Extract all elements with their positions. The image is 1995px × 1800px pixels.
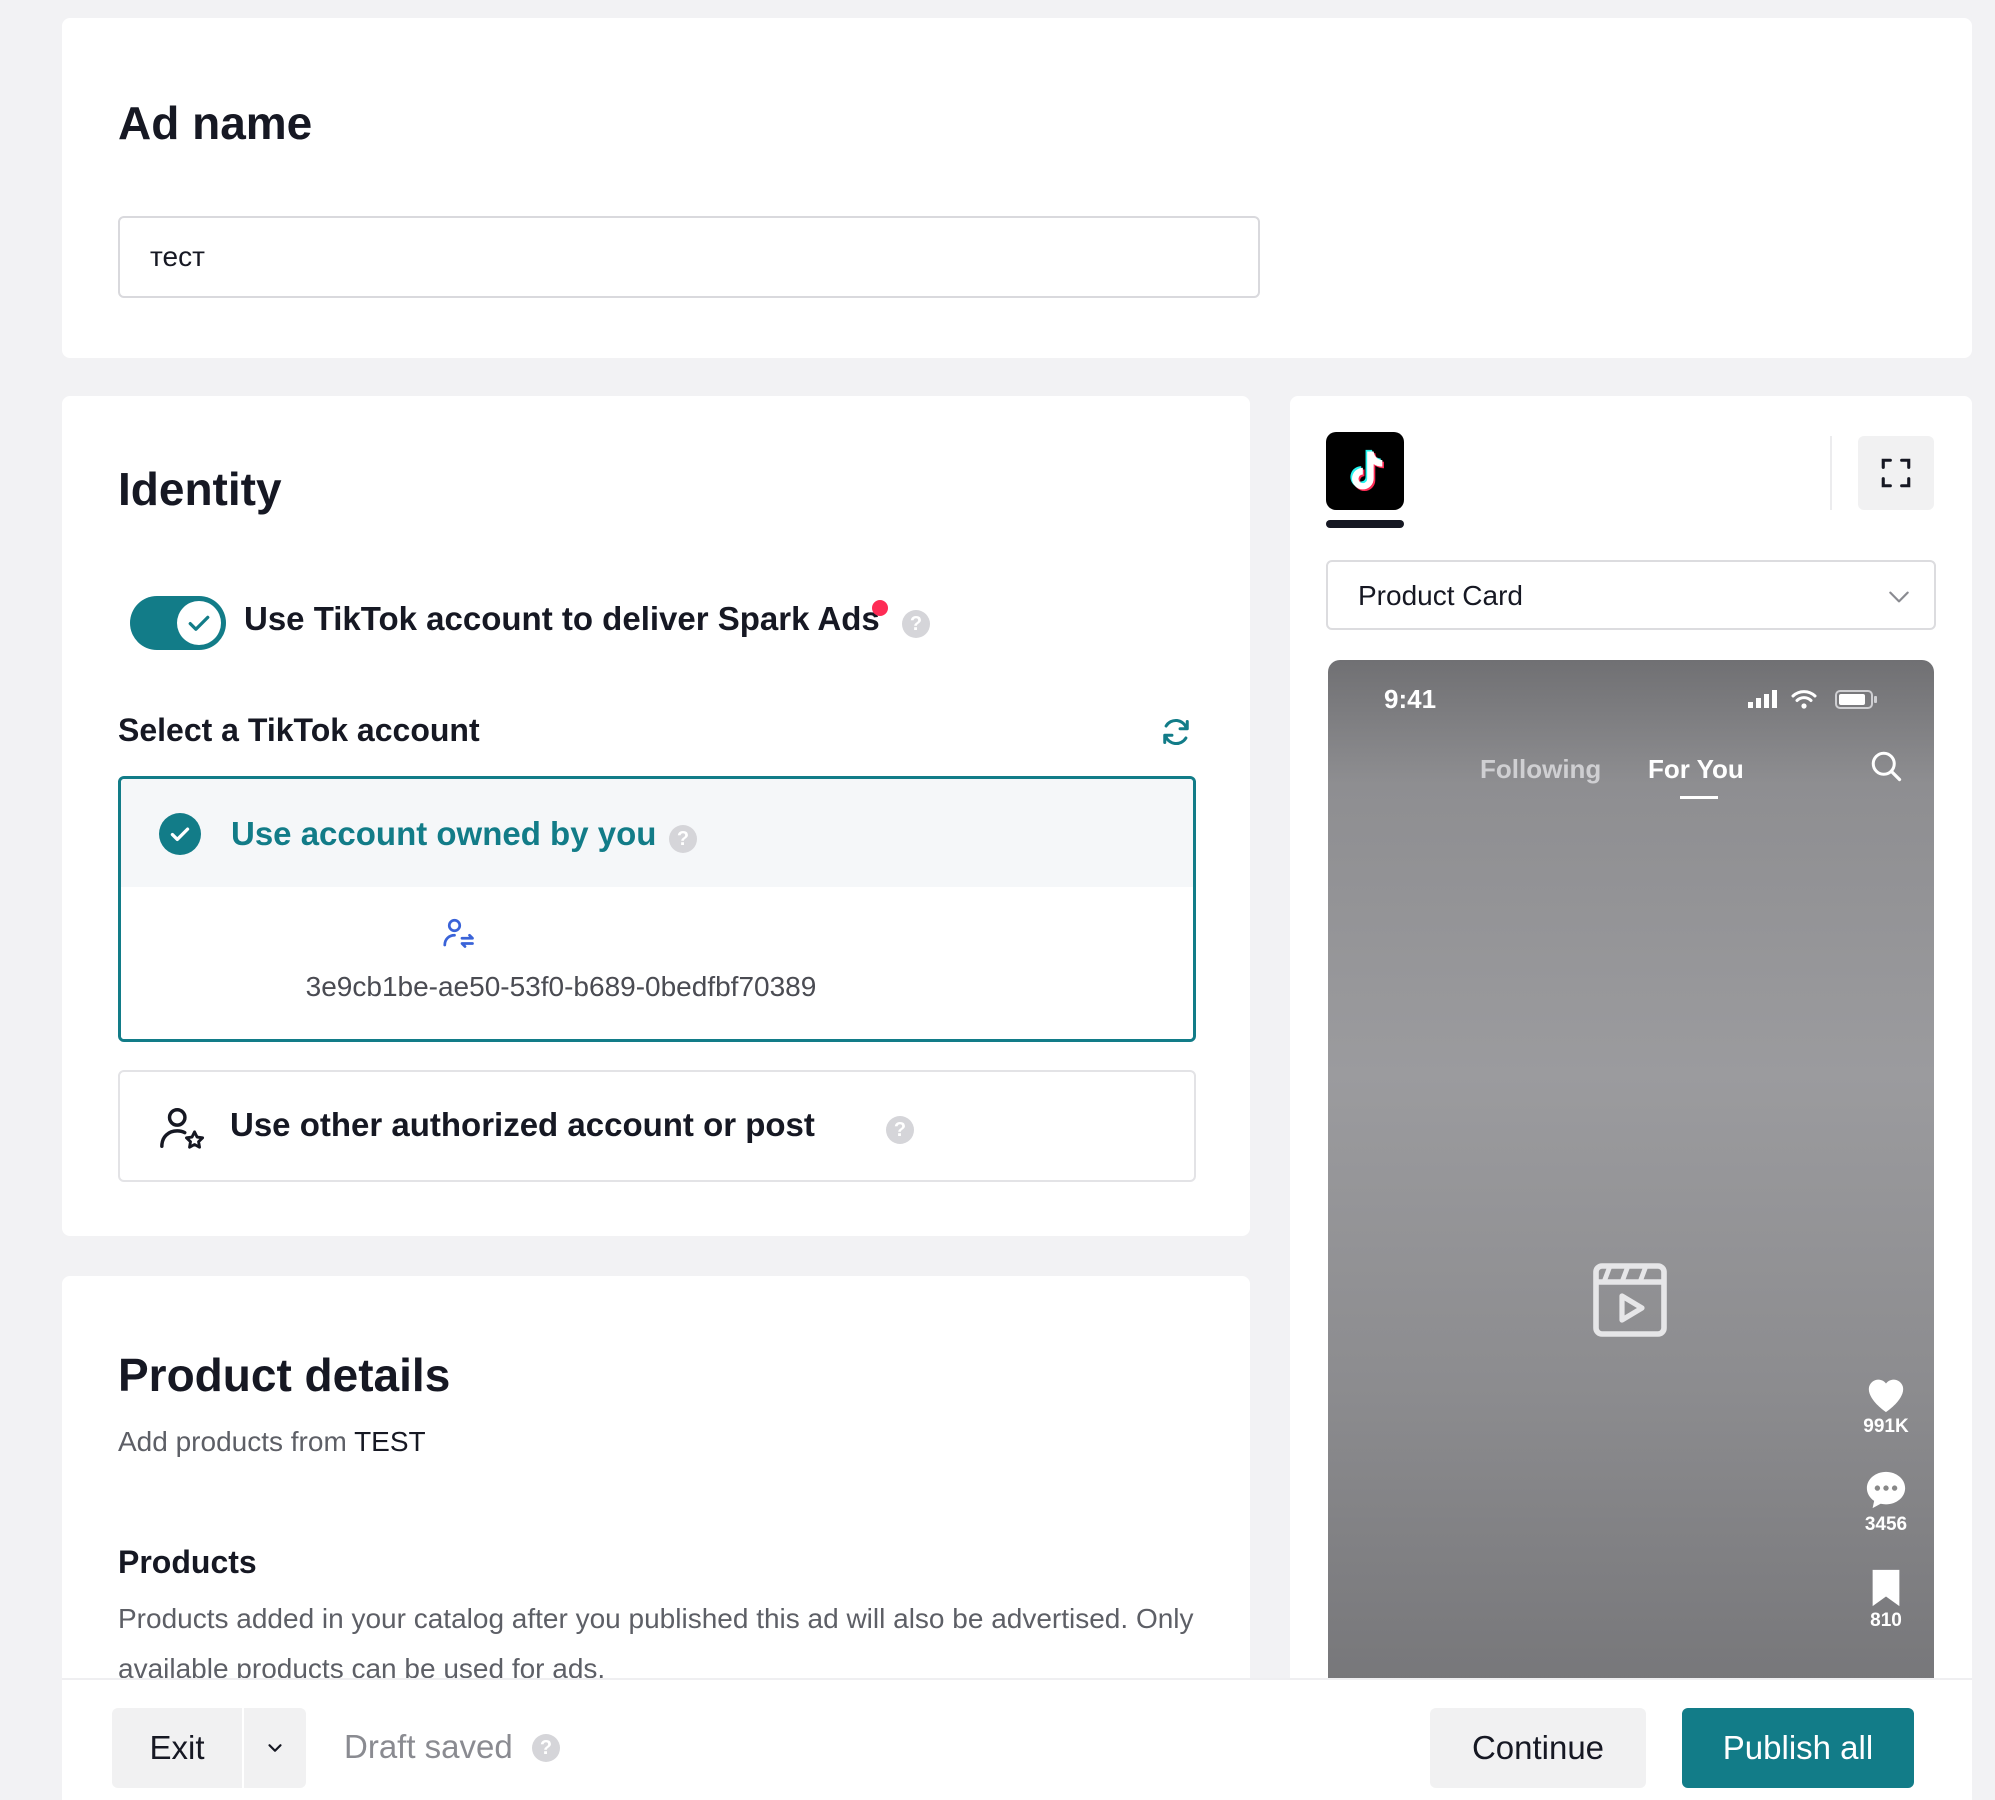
phone-preview: 9:41 Following For You 991K 3456 810 [1328, 660, 1934, 1696]
selected-check-icon [159, 813, 201, 855]
account-id: 3e9cb1be-ae50-53f0-b689-0bedfbf70389 [305, 971, 817, 1002]
help-icon[interactable]: ? [902, 610, 930, 638]
likes-count: 991K [1863, 1416, 1909, 1437]
search-icon [1871, 751, 1902, 782]
saves-count: 810 [1870, 1610, 1902, 1631]
comments-count: 3456 [1864, 1514, 1908, 1535]
check-icon [170, 827, 190, 842]
video-icon [1593, 1263, 1667, 1337]
exit-button[interactable]: Exit [112, 1708, 242, 1788]
spark-ads-label: Use TikTok account to deliver Spark Ads [244, 600, 880, 637]
ad-name-title: Ad name [118, 97, 313, 149]
toggle-knob [177, 601, 221, 645]
product-details-subtitle: Add products from TEST [118, 1426, 426, 1458]
help-icon[interactable]: ? [669, 825, 697, 853]
exit-menu-button[interactable] [244, 1708, 306, 1788]
spark-ads-toggle[interactable] [130, 596, 226, 650]
owned-account-label: Use account owned by you [231, 815, 657, 852]
refresh-icon[interactable] [1158, 714, 1194, 750]
notification-dot [872, 600, 888, 616]
for-you-indicator [1680, 796, 1718, 799]
select-account-label: Select a TikTok account [118, 712, 480, 748]
chevron-down-icon [1889, 591, 1909, 603]
divider [1830, 436, 1832, 510]
active-tab-indicator [1326, 520, 1404, 528]
placement-value: Product Card [1358, 580, 1523, 611]
owned-account-option[interactable]: Use account owned by you ? 3e9cb1be-ae50… [118, 776, 1196, 1042]
owned-account-header[interactable]: Use account owned by you ? [121, 779, 1193, 887]
publish-all-button[interactable]: Publish all [1682, 1708, 1914, 1788]
draft-status: Draft saved [344, 1728, 513, 1765]
identity-section: Identity Use TikTok account to deliver S… [62, 396, 1250, 1236]
product-details-title: Product details [118, 1349, 451, 1401]
saves-action: 810 [1856, 1566, 1916, 1632]
user-star-icon [160, 1108, 205, 1149]
bookmark-icon [1872, 1569, 1900, 1607]
chevron-down-icon [268, 1744, 282, 1752]
bottom-action-bar: Exit Draft saved ? Continue Publish all [62, 1678, 1972, 1800]
other-account-label: Use other authorized account or post [230, 1106, 815, 1143]
help-icon[interactable]: ? [886, 1116, 914, 1144]
heart-icon [1868, 1379, 1904, 1413]
ad-name-section: Ad name [62, 18, 1972, 358]
ad-name-input[interactable] [118, 216, 1260, 298]
owned-account-details[interactable]: 3e9cb1be-ae50-53f0-b689-0bedfbf70389 [121, 887, 1193, 1039]
status-bar-icons [1748, 690, 1877, 709]
likes-action: 991K [1856, 1372, 1916, 1438]
continue-button[interactable]: Continue [1430, 1708, 1646, 1788]
check-icon [188, 615, 210, 631]
identity-title: Identity [118, 463, 282, 515]
comment-icon [1866, 1471, 1906, 1509]
fullscreen-icon [1881, 458, 1911, 488]
account-switch-icon[interactable] [441, 915, 477, 951]
other-account-option[interactable]: Use other authorized account or post ? [118, 1070, 1196, 1182]
phone-time: 9:41 [1384, 684, 1437, 714]
ad-preview-panel: Product Card 9:41 Following For You 991K… [1290, 396, 1972, 1696]
product-details-section: Product details Add products from TEST P… [62, 1276, 1250, 1696]
subtitle-prefix: Add products from [118, 1426, 347, 1457]
products-heading: Products [118, 1544, 257, 1580]
placement-select[interactable]: Product Card [1326, 560, 1936, 630]
comments-action: 3456 [1856, 1468, 1916, 1536]
tiktok-preview-tab[interactable] [1326, 432, 1404, 510]
catalog-name: TEST [354, 1426, 426, 1457]
tab-following: Following [1480, 754, 1602, 784]
help-icon[interactable]: ? [532, 1734, 560, 1762]
fullscreen-button[interactable] [1858, 436, 1934, 510]
tiktok-logo-icon [1350, 449, 1384, 492]
tab-for-you: For You [1648, 754, 1744, 784]
